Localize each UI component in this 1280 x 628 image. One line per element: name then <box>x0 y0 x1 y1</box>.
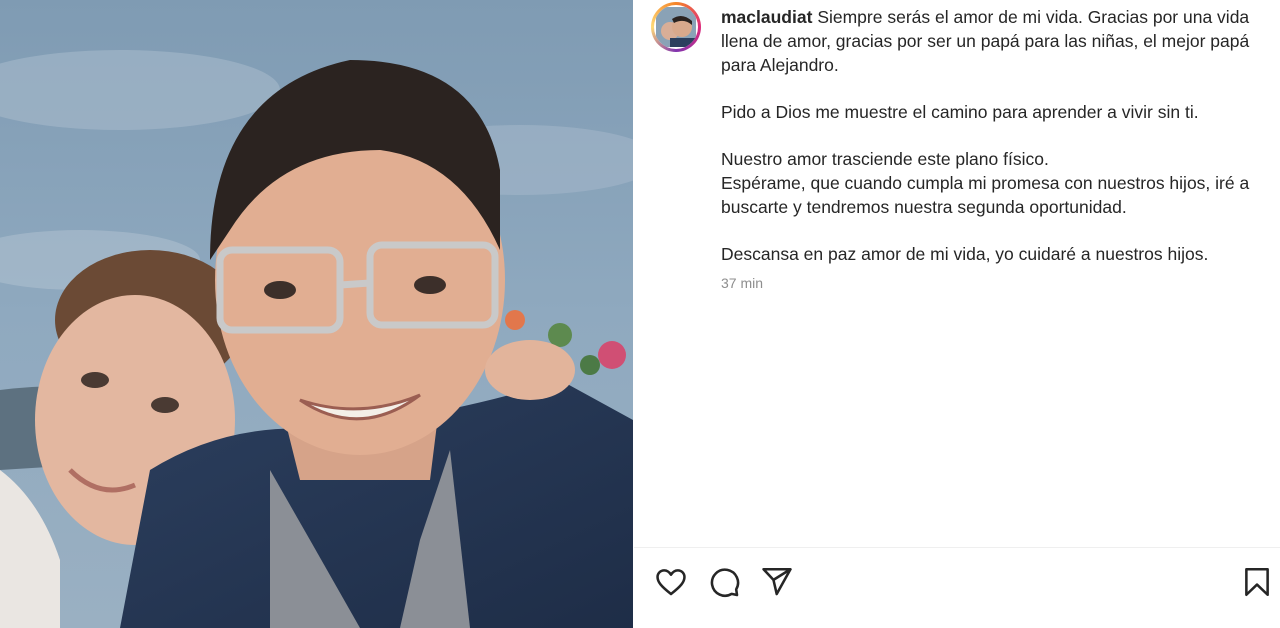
avatar-image <box>654 5 698 49</box>
caption-paragraph-5: Descansa en paz amor de mi vida, yo cuid… <box>721 244 1209 264</box>
post-photo[interactable] <box>0 0 633 628</box>
caption-paragraph-3: Nuestro amor trasciende este plano físic… <box>721 149 1049 169</box>
avatar-photo-icon <box>656 7 696 47</box>
caption-paragraph-4: Espérame, que cuando cumpla mi promesa c… <box>721 173 1250 217</box>
username-link[interactable]: maclaudiat <box>721 7 812 27</box>
caption-paragraph-2: Pido a Dios me muestre el camino para ap… <box>721 102 1199 122</box>
save-button[interactable] <box>1240 565 1274 599</box>
bookmark-icon <box>1245 567 1269 597</box>
caption-paragraph-1: maclaudiat Siempre serás el amor de mi v… <box>721 5 1251 77</box>
post-timestamp[interactable]: 37 min <box>721 275 763 291</box>
actions-divider <box>634 547 1280 548</box>
like-button[interactable] <box>654 565 688 599</box>
post-caption: maclaudiat Siempre serás el amor de mi v… <box>721 5 1251 289</box>
share-button[interactable] <box>760 565 794 599</box>
comment-button[interactable] <box>707 565 741 599</box>
profile-avatar[interactable] <box>651 2 701 52</box>
heart-icon <box>656 569 686 596</box>
photo-illustration <box>0 0 633 628</box>
send-icon <box>762 567 792 596</box>
comment-icon <box>710 568 740 597</box>
